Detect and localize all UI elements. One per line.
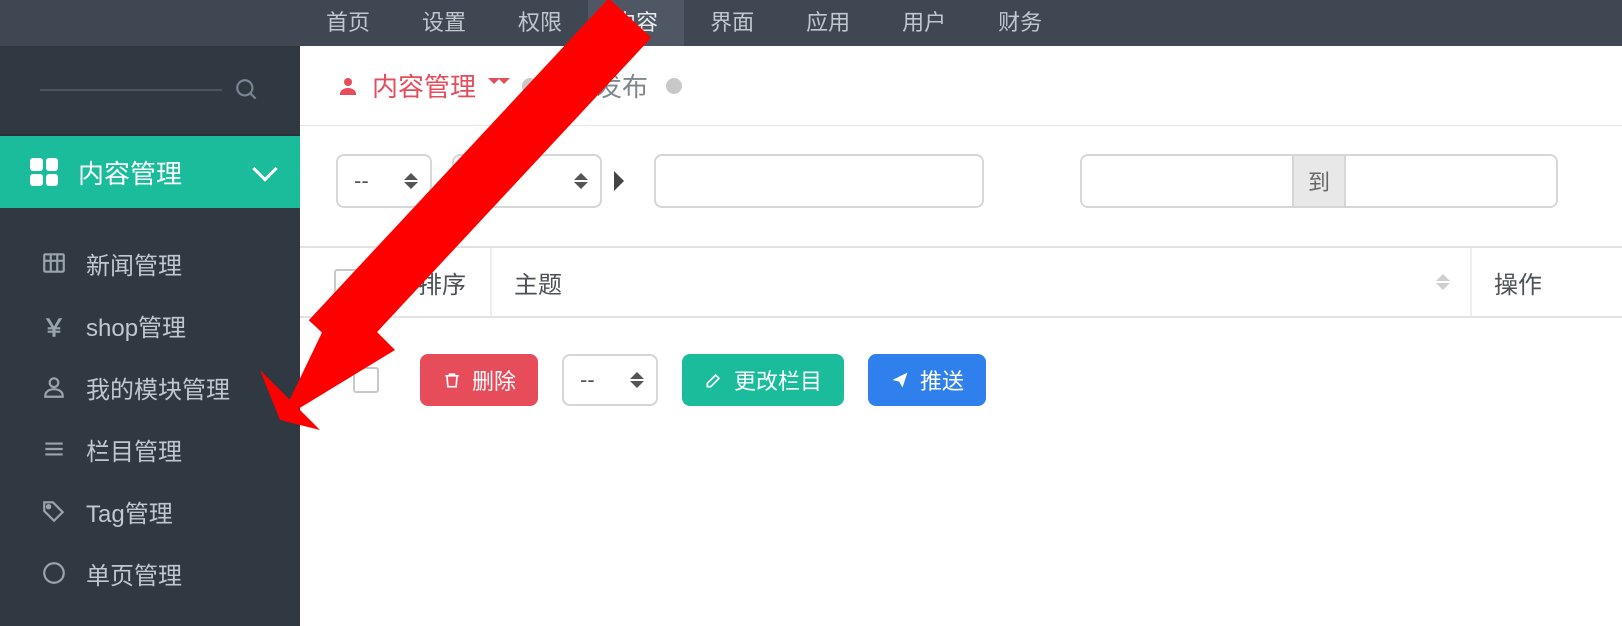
nav-user[interactable]: 用户: [876, 0, 972, 46]
trash-icon: [442, 370, 462, 390]
nav-ui[interactable]: 界面: [684, 0, 780, 46]
tab-label: 发布: [596, 67, 648, 104]
double-chevron-down-icon: [488, 78, 504, 94]
send-icon: [890, 370, 910, 390]
checkbox-icon: [353, 367, 379, 393]
sort-icon: [404, 166, 418, 196]
sidebar-item-news[interactable]: 新闻管理: [0, 232, 300, 294]
content-tabs: 内容管理 ＋ 发布: [300, 46, 1622, 126]
filter-select-1[interactable]: --: [336, 154, 432, 208]
filter-select-2[interactable]: Id: [452, 154, 602, 208]
tab-separator-dot: [666, 78, 682, 94]
nav-finance[interactable]: 财务: [972, 0, 1068, 46]
user-icon: [40, 373, 68, 401]
sidebar-item-label: 我的模块管理: [86, 370, 230, 405]
search-underline: [40, 89, 222, 91]
nav-home[interactable]: 首页: [300, 0, 396, 46]
th-subject[interactable]: 主题: [492, 248, 1472, 316]
bulk-select[interactable]: --: [562, 354, 658, 406]
chevron-down-icon: [252, 156, 277, 181]
sort-icon: [574, 166, 588, 196]
yen-icon: ￥: [40, 311, 68, 339]
sidebar-item-label: 新闻管理: [86, 246, 182, 281]
sidebar-item-shop[interactable]: ￥ shop管理: [0, 294, 300, 356]
menu-icon: [40, 435, 68, 463]
button-label: 删除: [472, 364, 516, 396]
tab-separator-dot: [522, 78, 538, 94]
bulk-actions: 删除 -- 更改栏目 推送: [300, 318, 1622, 442]
select-value: --: [580, 367, 595, 393]
button-label: 推送: [920, 364, 964, 396]
sidebar-item-label: shop管理: [86, 308, 186, 343]
th-checkbox[interactable]: [300, 248, 396, 316]
th-label: 主题: [514, 265, 562, 300]
grid-icon: [30, 158, 58, 186]
sidebar-item-page[interactable]: 单页管理: [0, 542, 300, 604]
nav-app[interactable]: 应用: [780, 0, 876, 46]
push-button[interactable]: 推送: [868, 354, 986, 406]
tag-icon: [40, 497, 68, 525]
sidebar-section-label: 内容管理: [78, 154, 182, 191]
top-nav: 首页 设置 权限 内容 界面 应用 用户 财务: [0, 0, 1622, 46]
plus-icon: ＋: [556, 64, 586, 108]
filter-bar: -- Id 到: [300, 126, 1622, 236]
nav-content[interactable]: 内容: [588, 0, 684, 46]
table-header: 排序 主题 操作: [300, 246, 1622, 318]
sidebar-subitems: 新闻管理 ￥ shop管理 我的模块管理 栏目管理 Tag管理 单页管理: [0, 208, 300, 604]
filter-input[interactable]: [654, 154, 984, 208]
checkbox-icon: [334, 269, 360, 295]
button-label: 更改栏目: [734, 364, 822, 396]
search-icon: [234, 77, 260, 103]
nav-settings[interactable]: 设置: [396, 0, 492, 46]
sort-icon: [630, 365, 644, 395]
sidebar: 内容管理 新闻管理 ￥ shop管理 我的模块管理 栏目管理 Tag管理 单页管…: [0, 46, 300, 626]
sidebar-item-mymodule[interactable]: 我的模块管理: [0, 356, 300, 418]
sidebar-item-label: 单页管理: [86, 556, 182, 591]
delete-button[interactable]: 删除: [420, 354, 538, 406]
bulk-checkbox[interactable]: [336, 367, 396, 393]
sidebar-item-label: Tag管理: [86, 494, 173, 529]
sidebar-item-columns[interactable]: 栏目管理: [0, 418, 300, 480]
edit-icon: [704, 370, 724, 390]
caret-right-icon: [614, 171, 634, 191]
range-from-input[interactable]: [1082, 156, 1292, 206]
sidebar-section-content[interactable]: 内容管理: [0, 136, 300, 208]
change-column-button[interactable]: 更改栏目: [682, 354, 844, 406]
table-icon: [40, 249, 68, 277]
range-mid-label: 到: [1292, 156, 1346, 206]
select-value: Id: [470, 168, 488, 194]
user-icon: [336, 74, 360, 98]
th-sort[interactable]: 排序: [396, 248, 492, 316]
select-value: --: [354, 168, 369, 194]
nav-perm[interactable]: 权限: [492, 0, 588, 46]
sidebar-item-label: 栏目管理: [86, 432, 182, 467]
tab-label: 内容管理: [372, 67, 476, 104]
main: 内容管理 ＋ 发布 -- Id 到 排序 主题: [300, 46, 1622, 626]
range-to-input[interactable]: [1346, 156, 1556, 206]
tab-content-manage[interactable]: 内容管理: [336, 67, 504, 104]
filter-range: 到: [1080, 154, 1558, 208]
sidebar-search[interactable]: [0, 46, 300, 136]
tab-publish[interactable]: ＋ 发布: [556, 64, 648, 108]
sidebar-item-tag[interactable]: Tag管理: [0, 480, 300, 542]
sort-icon: [1436, 267, 1450, 297]
th-ops: 操作: [1472, 248, 1622, 316]
page-icon: [40, 559, 68, 587]
